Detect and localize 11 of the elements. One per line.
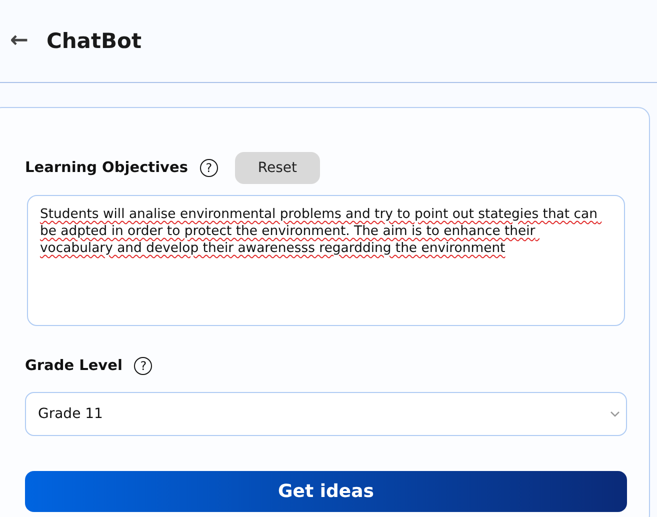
chevron-down-icon <box>610 411 620 417</box>
field-label: Learning Objectives <box>25 160 188 176</box>
reset-button[interactable]: Reset <box>234 152 320 184</box>
page-title: ChatBot <box>46 29 142 53</box>
back-arrow-icon[interactable]: ← <box>10 30 28 52</box>
grade-dropdown[interactable]: Grade 11 <box>25 392 627 436</box>
field-label: Grade Level <box>25 358 122 374</box>
help-icon[interactable]: ? <box>134 357 152 375</box>
help-icon[interactable]: ? <box>200 159 218 177</box>
get-ideas-button[interactable]: Get ideas <box>25 471 627 512</box>
objectives-field[interactable]: Students will analise environmental problems and try to point out stategies that can be adpted in order to protect the environment. The aim is to enhance their vocabulary and develop their awarenesss regardding the environment <box>27 195 625 326</box>
